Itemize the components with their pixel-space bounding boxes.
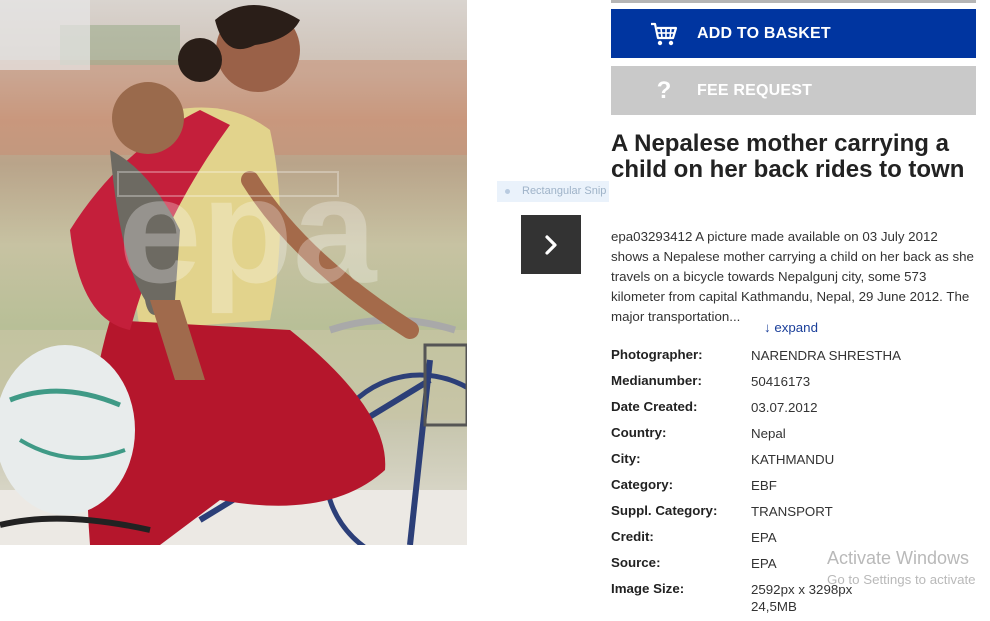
image-title: A Nepalese mother carrying a child on he… (611, 130, 965, 183)
meta-row-medianumber: Medianumber: 50416173 (611, 373, 981, 399)
meta-value: 03.07.2012 (751, 400, 818, 415)
meta-key: Category: (611, 477, 674, 492)
snip-dot-icon (505, 188, 510, 194)
top-divider (611, 0, 976, 3)
meta-key: Credit: (611, 529, 654, 544)
meta-key: Photographer: (611, 347, 703, 362)
activate-windows-title: Activate Windows (827, 548, 970, 568)
cart-icon (649, 19, 679, 49)
expand-link[interactable]: ↓ expand (764, 320, 818, 335)
fee-request-button[interactable]: ? FEE REQUEST (611, 66, 976, 115)
activate-windows-subtitle: Go to Settings to activate (827, 572, 976, 587)
meta-key: Image Size: (611, 581, 685, 596)
meta-key: Source: (611, 555, 661, 570)
fee-request-label: FEE REQUEST (697, 81, 813, 99)
meta-key: Suppl. Category: (611, 503, 718, 518)
meta-row-suppl-category: Suppl. Category: TRANSPORT (611, 503, 981, 529)
main-photo[interactable]: epa (0, 0, 467, 545)
question-icon: ? (656, 76, 672, 104)
meta-row-category: Category: EBF (611, 477, 981, 503)
chevron-right-icon (545, 234, 557, 255)
image-description: epa03293412 A picture made available on … (611, 229, 974, 324)
meta-key: Country: (611, 425, 667, 440)
meta-value: Nepal (751, 426, 786, 441)
next-image-button[interactable] (521, 215, 581, 274)
snip-tooltip: Rectangular Snip (497, 181, 609, 202)
meta-value: NARENDRA SHRESTHA (751, 348, 901, 363)
meta-key: City: (611, 451, 641, 466)
meta-row-city: City: KATHMANDU (611, 451, 981, 477)
meta-row-photographer: Photographer: NARENDRA SHRESTHA (611, 347, 981, 373)
meta-value: 50416173 (751, 374, 811, 389)
meta-key: Medianumber: (611, 373, 702, 388)
meta-value: EPA (751, 530, 777, 545)
meta-row-country: Country: Nepal (611, 425, 981, 451)
meta-value: TRANSPORT (751, 504, 833, 519)
meta-key: Date Created: (611, 399, 698, 414)
photo-illustration: epa (0, 0, 467, 545)
add-to-basket-label: ADD TO BASKET (697, 24, 831, 42)
meta-value: KATHMANDU (751, 452, 835, 467)
meta-row-date-created: Date Created: 03.07.2012 (611, 399, 981, 425)
meta-value: EBF (751, 478, 777, 493)
add-to-basket-button[interactable]: ADD TO BASKET (611, 9, 976, 58)
activate-windows-watermark: Activate Windows Go to Settings to activ… (827, 548, 976, 587)
snip-tooltip-text: Rectangular Snip (522, 185, 607, 197)
